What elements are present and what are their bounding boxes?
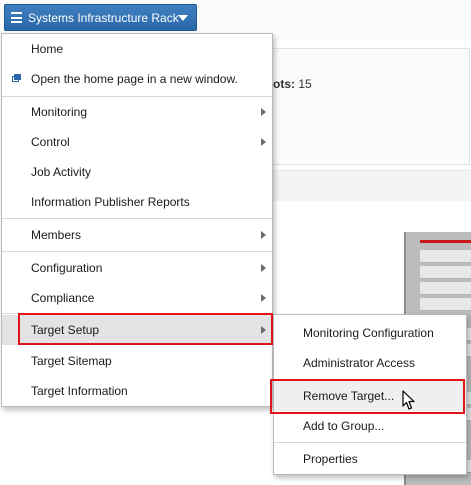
submenu-item-label: Monitoring Configuration bbox=[303, 326, 434, 340]
submenu-item-label: Add to Group... bbox=[303, 419, 385, 433]
menu-item-label: Compliance bbox=[31, 291, 95, 305]
menu-separator bbox=[274, 442, 466, 443]
menu-item-target-sitemap[interactable]: Target Sitemap bbox=[2, 346, 272, 376]
submenu-arrow-icon bbox=[261, 138, 266, 146]
slots-value: 15 bbox=[298, 77, 312, 91]
hamburger-icon bbox=[11, 12, 22, 23]
menu-separator bbox=[2, 218, 272, 219]
rack-unit bbox=[420, 266, 471, 279]
menu-item-home[interactable]: Home bbox=[2, 34, 272, 64]
submenu-item-label: Administrator Access bbox=[303, 356, 416, 370]
menu-item-label: Job Activity bbox=[31, 165, 92, 179]
slots-label: ots: bbox=[273, 77, 295, 91]
submenu-item-add-to-group[interactable]: Add to Group... bbox=[274, 411, 466, 441]
slots-summary: ots: 15 bbox=[273, 77, 312, 91]
menu-item-label: Target Sitemap bbox=[31, 354, 112, 368]
menu-item-configuration[interactable]: Configuration bbox=[2, 253, 272, 283]
menu-separator bbox=[2, 251, 272, 252]
submenu-arrow-icon bbox=[261, 108, 266, 116]
caret-down-icon bbox=[178, 15, 188, 21]
menu-item-label: Members bbox=[31, 228, 82, 242]
submenu-item-label: Properties bbox=[303, 452, 358, 466]
rack-top-bar bbox=[420, 240, 471, 243]
target-dropdown-menu: Home Open the home page in a new window.… bbox=[1, 33, 273, 407]
menu-item-label: Home bbox=[31, 42, 64, 56]
menu-item-label: Configuration bbox=[31, 261, 103, 275]
menu-item-label: Information Publisher Reports bbox=[31, 195, 190, 209]
submenu-arrow-icon bbox=[261, 294, 266, 302]
submenu-item-administrator-access[interactable]: Administrator Access bbox=[274, 348, 466, 378]
menu-item-label: Target Information bbox=[31, 384, 128, 398]
new-window-icon bbox=[12, 74, 21, 82]
rack-unit bbox=[420, 282, 471, 295]
target-menu-button[interactable]: Systems Infrastructure Rack bbox=[4, 4, 197, 31]
menu-item-control[interactable]: Control bbox=[2, 127, 272, 157]
submenu-item-monitoring-configuration[interactable]: Monitoring Configuration bbox=[274, 318, 466, 348]
menu-item-job-activity[interactable]: Job Activity bbox=[2, 157, 272, 187]
submenu-arrow-icon bbox=[261, 264, 266, 272]
menu-item-label: Control bbox=[31, 135, 70, 149]
menu-item-label: Monitoring bbox=[31, 105, 88, 119]
rack-unit bbox=[420, 298, 471, 311]
mouse-pointer-icon bbox=[402, 390, 415, 410]
rack-unit bbox=[420, 250, 471, 263]
target-setup-highlight bbox=[18, 313, 273, 345]
target-menu-button-label: Systems Infrastructure Rack bbox=[28, 10, 179, 25]
menu-item-label: Open the home page in a new window. bbox=[31, 72, 238, 86]
submenu-item-properties[interactable]: Properties bbox=[274, 444, 466, 474]
menu-item-target-information[interactable]: Target Information bbox=[2, 376, 272, 406]
menu-item-open-new-window[interactable]: Open the home page in a new window. bbox=[2, 64, 272, 94]
menu-item-compliance[interactable]: Compliance bbox=[2, 283, 272, 313]
remove-target-highlight bbox=[270, 379, 465, 414]
menu-item-members[interactable]: Members bbox=[2, 220, 272, 250]
menu-item-monitoring[interactable]: Monitoring bbox=[2, 97, 272, 127]
submenu-arrow-icon bbox=[261, 231, 266, 239]
menu-item-information-publisher-reports[interactable]: Information Publisher Reports bbox=[2, 187, 272, 217]
